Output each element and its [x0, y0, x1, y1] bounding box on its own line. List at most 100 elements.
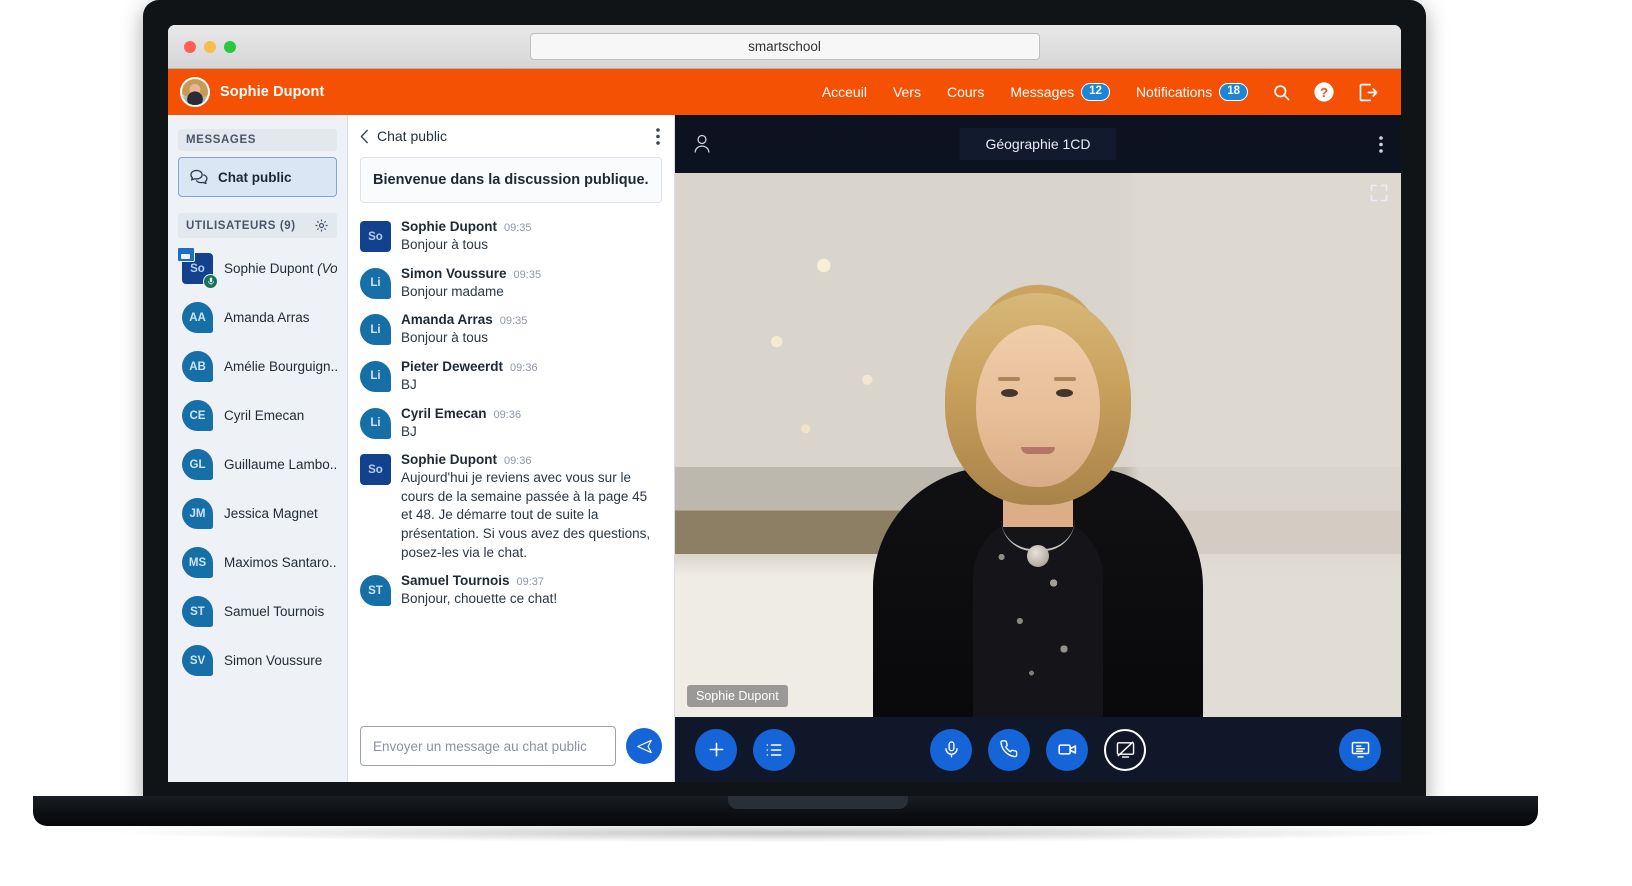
avatar: Li: [360, 267, 391, 299]
screen-share-off-icon: [1115, 739, 1136, 760]
screen-share-button[interactable]: [1104, 728, 1146, 771]
search-icon[interactable]: [1261, 83, 1302, 102]
list-item[interactable]: AA Amanda Arras: [168, 293, 347, 342]
video-toolbar: [675, 717, 1401, 782]
nav-item-vers[interactable]: Vers: [880, 69, 934, 115]
list-icon: [764, 740, 784, 760]
message-text: Bonjour madame: [401, 283, 504, 299]
close-window-button[interactable]: [184, 40, 196, 53]
avatar-initials: AB: [189, 360, 206, 373]
presentation-button[interactable]: [1339, 728, 1381, 771]
user-name: Samuel Tournois: [224, 604, 325, 619]
brand-block: Sophie Dupont: [180, 77, 324, 107]
avatar-initials: SV: [189, 654, 206, 667]
chevron-left-icon[interactable]: [360, 129, 369, 144]
message-time: 09:37: [516, 576, 545, 589]
avatar: GL: [182, 449, 213, 480]
message-author: Cyril Emecan: [401, 405, 487, 421]
gear-icon[interactable]: [314, 218, 329, 233]
kebab-menu-icon[interactable]: [1379, 135, 1383, 153]
main-navigation: Acceuil Vers Cours Messages 12 Notificat…: [809, 69, 1401, 115]
avatar: CE: [182, 400, 213, 431]
list-item[interactable]: CE Cyril Emecan: [168, 391, 347, 440]
avatar: MS: [182, 547, 213, 578]
chat-messages-scroll[interactable]: Bienvenue dans la discussion publique. S…: [348, 157, 674, 716]
user-name: Jessica Magnet: [224, 506, 318, 521]
avatar: So: [360, 221, 391, 252]
window-controls[interactable]: [184, 40, 236, 53]
welcome-notice: Bienvenue dans la discussion publique.: [360, 157, 662, 203]
send-message-button[interactable]: [626, 728, 662, 764]
avatar: So: [360, 454, 391, 486]
add-button[interactable]: [695, 728, 737, 771]
chat-message: So Sophie Dupont 09:36 Aujourd'hui je re…: [360, 446, 662, 567]
list-item[interactable]: MS Maximos Santaro...: [168, 538, 347, 587]
avatar-initials: ST: [190, 605, 205, 618]
address-bar[interactable]: smartschool: [529, 33, 1040, 60]
chat-message: ST Samuel Tournois 09:37 Bonjour, chouet…: [360, 567, 662, 614]
list-item[interactable]: ST Samuel Tournois: [168, 587, 347, 636]
chat-message: Li Simon Voussure 09:35 Bonjour madame: [360, 260, 662, 307]
user-photo-avatar[interactable]: [180, 77, 210, 107]
chat-message-input[interactable]: [360, 726, 616, 766]
sidebar: MESSAGES Chat public UTILISATEURS (9) So…: [168, 115, 348, 782]
video-stage[interactable]: Sophie Dupont: [675, 173, 1401, 717]
avatar-initials: So: [368, 230, 383, 243]
microphone-button[interactable]: [930, 728, 972, 771]
chat-panel: Chat public Bienvenue dans la discussion…: [348, 115, 675, 782]
user-name: Cyril Emecan: [224, 408, 305, 423]
plus-icon: [706, 739, 727, 760]
nav-label: Acceuil: [821, 84, 867, 100]
meeting-title: Géographie 1CD: [959, 128, 1117, 160]
message-author: Samuel Tournois: [401, 573, 510, 589]
camera-button[interactable]: [1046, 728, 1088, 771]
nav-item-cours[interactable]: Cours: [934, 69, 997, 115]
video-camera-icon: [1057, 739, 1078, 760]
nav-item-acceuil[interactable]: Acceuil: [809, 69, 880, 115]
list-item[interactable]: AB Amélie Bourguign..: [168, 342, 347, 391]
chat-message: Li Pieter Deweerdt 09:36 BJ: [360, 353, 662, 400]
maximize-window-button[interactable]: [224, 40, 236, 53]
chat-message: Li Amanda Arras 09:35 Bonjour à tous: [360, 306, 662, 353]
laptop-shadow: [120, 824, 1450, 842]
list-item[interactable]: GL Guillaume Lambo...: [168, 440, 347, 489]
message-time: 09:36: [510, 361, 538, 374]
logout-icon[interactable]: [1346, 82, 1389, 103]
avatar-initials: So: [368, 463, 383, 476]
list-item[interactable]: So Sophie Dupont (Vo..: [168, 244, 347, 293]
laptop-mockup: smartschool Sophie Dupont Acceuil Vers C…: [0, 0, 1632, 886]
chat-title: Chat public: [377, 128, 448, 144]
fullscreen-expand-icon[interactable]: [1369, 183, 1389, 203]
messages-badge: 12: [1081, 83, 1110, 101]
list-item[interactable]: JM Jessica Magnet: [168, 489, 347, 538]
microphone-icon: [203, 274, 218, 289]
avatar: SV: [182, 645, 213, 676]
message-text: Bonjour, chouette ce chat!: [401, 591, 558, 607]
nav-item-notifications[interactable]: Notifications 18: [1123, 69, 1261, 115]
message-author: Amanda Arras: [401, 312, 493, 328]
avatar-initials: Li: [370, 370, 381, 383]
video-participant-figure: [858, 287, 1218, 717]
actions-list-button[interactable]: [753, 728, 795, 771]
avatar: So: [177, 247, 218, 289]
nav-item-messages[interactable]: Messages 12: [997, 69, 1123, 115]
avatar: Li: [360, 314, 391, 346]
user-name: Guillaume Lambo...: [224, 457, 337, 472]
sidebar-messages-header: MESSAGES: [178, 129, 337, 151]
message-text: BJ: [401, 423, 417, 439]
presentation-screen-icon: [1350, 739, 1371, 760]
list-item[interactable]: SV Simon Voussure: [168, 636, 347, 685]
app-body: MESSAGES Chat public UTILISATEURS (9) So…: [168, 115, 1401, 782]
help-icon[interactable]: ?: [1302, 81, 1346, 103]
phone-icon: [999, 740, 1019, 759]
user-name: Simon Voussure: [224, 653, 323, 668]
sidebar-users-title: UTILISATEURS (9): [186, 219, 296, 232]
user-outline-icon[interactable]: [693, 134, 711, 154]
kebab-menu-icon[interactable]: [656, 127, 660, 145]
sidebar-users-header: UTILISATEURS (9): [178, 213, 337, 238]
participant-name-tag: Sophie Dupont: [687, 685, 788, 707]
current-user-name: Sophie Dupont: [220, 84, 325, 100]
minimize-window-button[interactable]: [204, 40, 216, 53]
sidebar-item-chat-public[interactable]: Chat public: [178, 157, 337, 197]
leave-audio-button[interactable]: [988, 728, 1030, 771]
